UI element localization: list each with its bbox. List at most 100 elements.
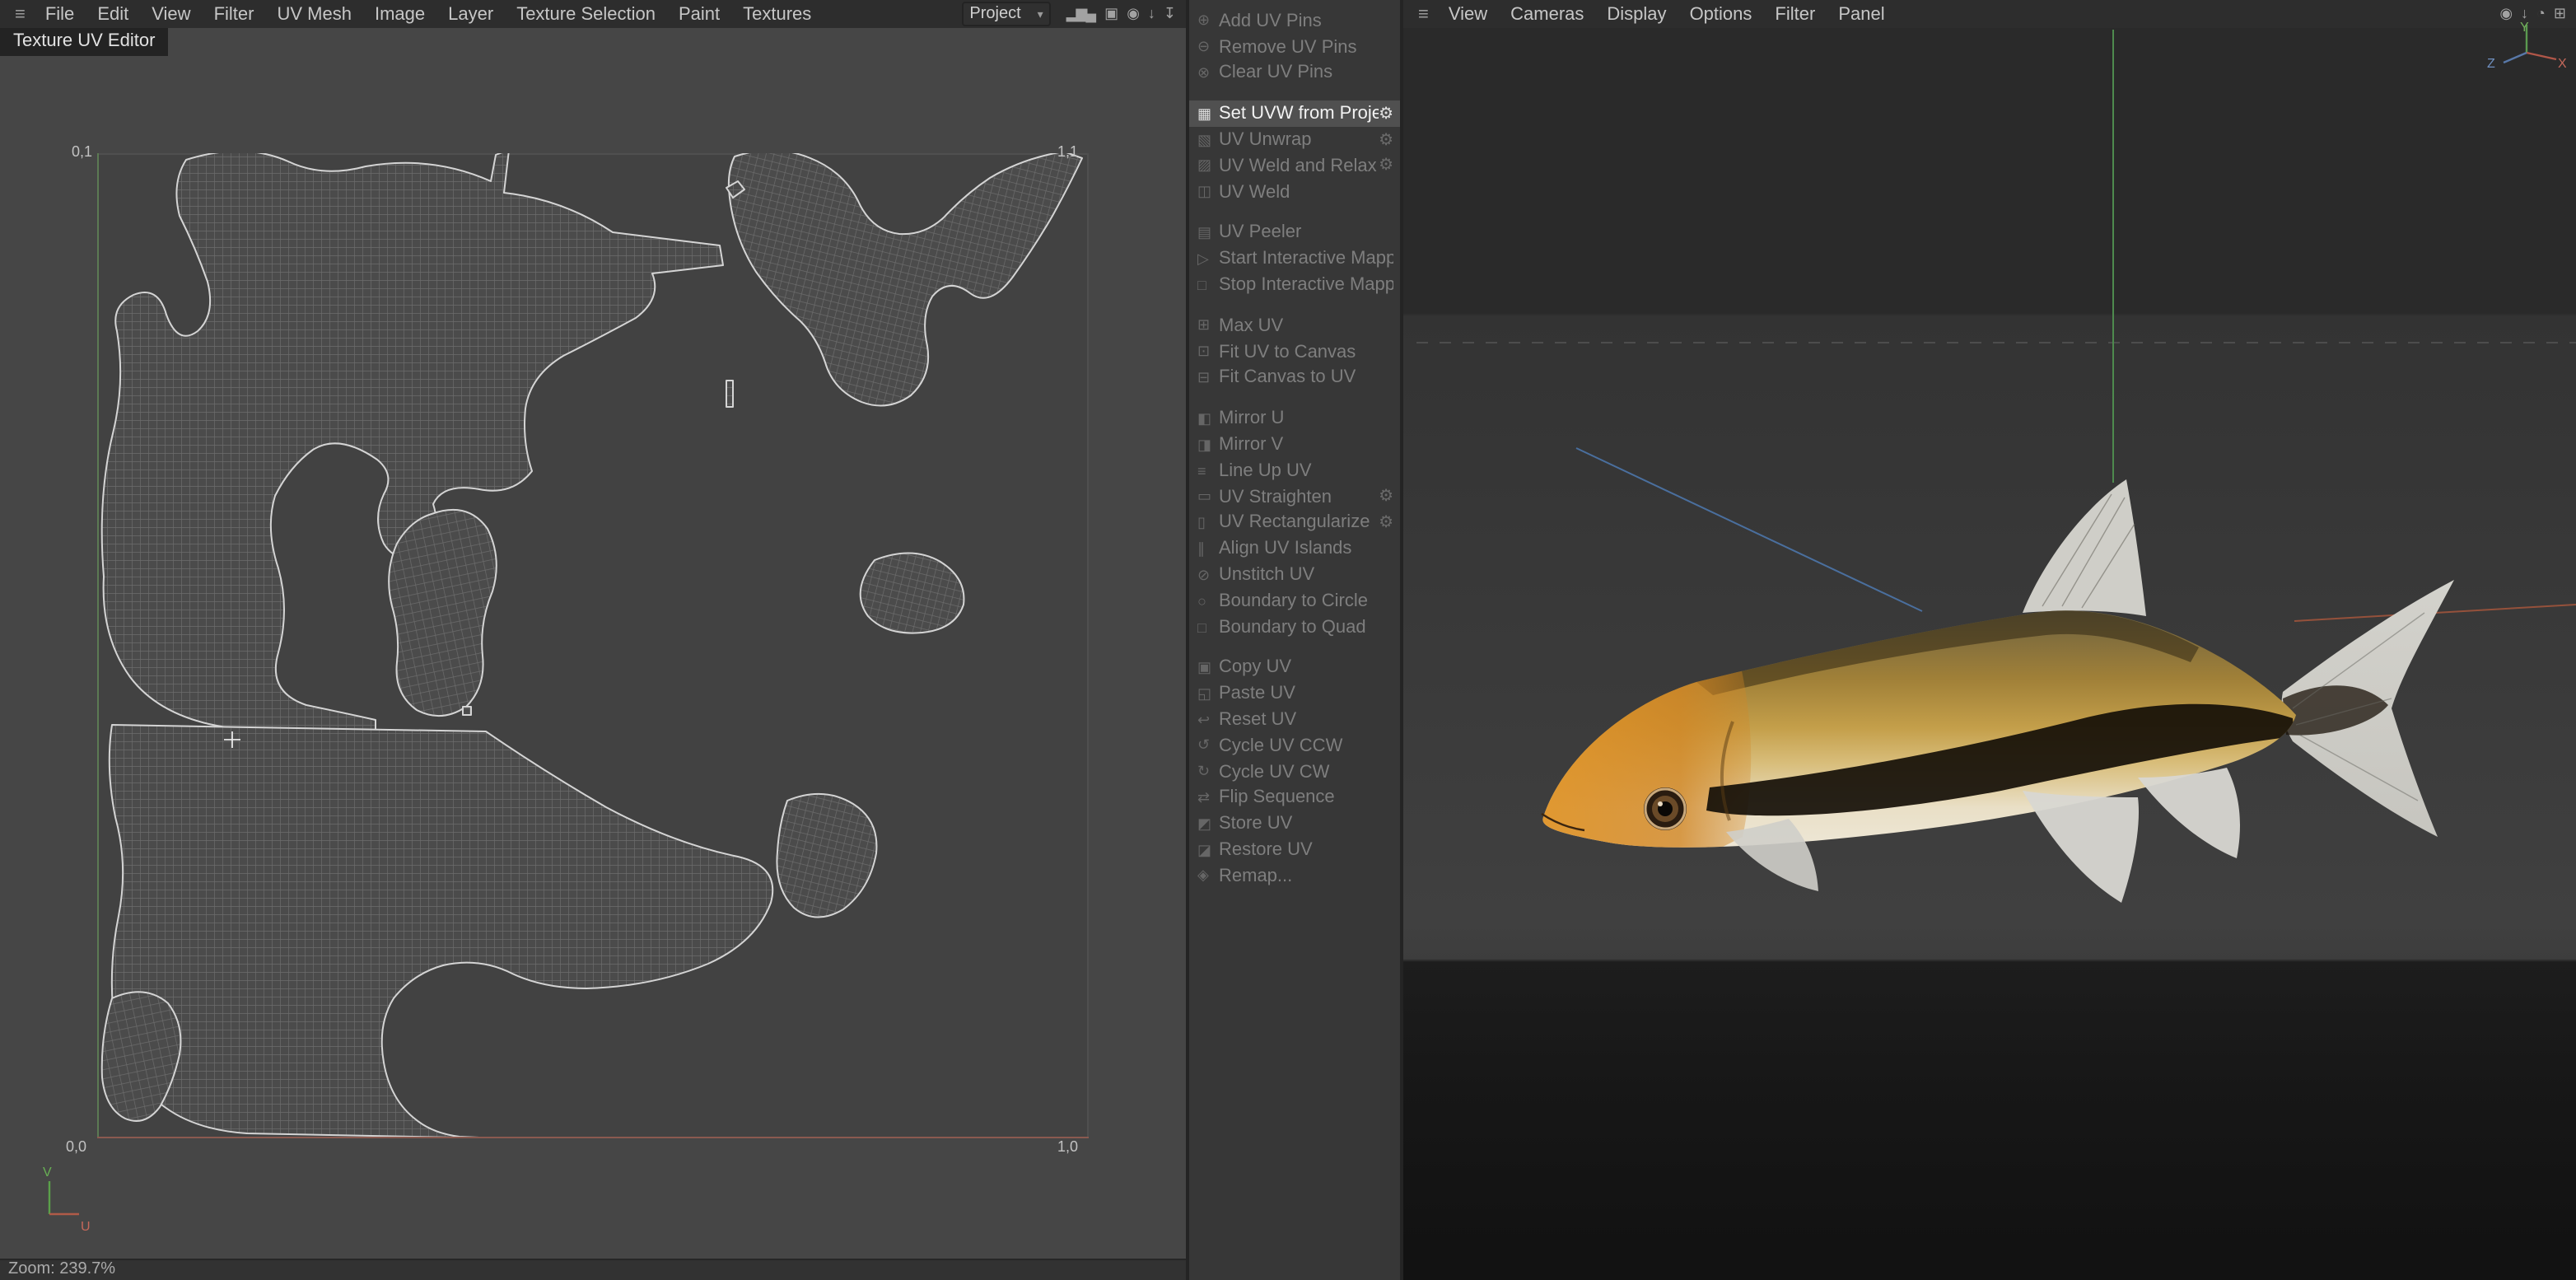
- fish-eye: [1644, 787, 1687, 830]
- command-uv-rectangularize[interactable]: ▯ UV Rectangularize ⚙: [1189, 510, 1400, 536]
- command-add-uv-pins[interactable]: ⊕ Add UV Pins: [1189, 8, 1400, 35]
- uv-editor-tab[interactable]: Texture UV Editor: [0, 28, 169, 56]
- menu-item-paint[interactable]: Paint: [667, 4, 731, 24]
- command-mirror-v[interactable]: ◨ Mirror V: [1189, 432, 1400, 458]
- gear-icon[interactable]: ⚙: [1379, 105, 1393, 124]
- command-unstitch-uv[interactable]: ⊘ Unstitch UV: [1189, 562, 1400, 588]
- uv-island-body-bottom[interactable]: [108, 724, 774, 1137]
- application-window: ≡ File Edit View Filter UV Mesh Image Layer Tex…: [0, 0, 2576, 1280]
- export-arrow-icon[interactable]: ↧: [1159, 5, 1179, 23]
- command-label: Mirror U: [1219, 409, 1285, 429]
- command-remove-uv-pins[interactable]: ⊖ Remove UV Pins: [1189, 35, 1400, 61]
- command-reset-uv[interactable]: ↩ Reset UV: [1189, 707, 1400, 733]
- uv-axis-indicator: V U: [43, 1166, 91, 1234]
- command-flip-sequence[interactable]: ⇄ Flip Sequence: [1189, 785, 1400, 811]
- command-uv-weld-and-relax[interactable]: ▨ UV Weld and Relax ⚙: [1189, 153, 1400, 180]
- command-uv-weld[interactable]: ◫ UV Weld: [1189, 180, 1400, 206]
- command-align-uv-islands[interactable]: ∥ Align UV Islands: [1189, 536, 1400, 563]
- gear-icon[interactable]: ⚙: [1379, 488, 1393, 506]
- max-uv-icon: ⊞: [1197, 316, 1211, 334]
- command-label: Add UV Pins: [1219, 11, 1322, 31]
- command-fit-canvas-to-uv[interactable]: ⊟ Fit Canvas to UV: [1189, 365, 1400, 391]
- uv-island-fins-topright[interactable]: [727, 153, 1083, 407]
- command-group: ▦Set UVW from Projection⚙▧UV Unwrap⚙▨UV …: [1189, 100, 1400, 206]
- store-uv-icon: ◩: [1197, 815, 1212, 832]
- command-uv-straighten[interactable]: ▭ UV Straighten ⚙: [1189, 484, 1400, 511]
- command-max-uv[interactable]: ⊞ Max UV: [1189, 313, 1400, 339]
- project-dropdown[interactable]: Project ▾: [961, 2, 1052, 26]
- command-fit-uv-to-canvas[interactable]: ⊡ Fit UV to Canvas: [1189, 339, 1400, 366]
- uv-island-right-oval[interactable]: [859, 552, 965, 634]
- copy-uv-icon: ▣: [1197, 658, 1212, 675]
- menu-item-layer[interactable]: Layer: [436, 4, 505, 24]
- uv-corner-label-11: 1,1: [1057, 143, 1079, 160]
- command-label: Store UV: [1219, 814, 1293, 834]
- command-stop-interactive-mapping[interactable]: □ Stop Interactive Mapping: [1189, 272, 1400, 298]
- layers-icon[interactable]: ▣: [1099, 5, 1122, 23]
- command-group: ⊞ Max UV ⊡ Fit UV to Canvas ⊟ Fit Canvas to U…: [1189, 313, 1400, 391]
- panel-menu-icon[interactable]: ≡: [7, 4, 34, 24]
- menu-item-filter[interactable]: Filter: [1763, 4, 1827, 24]
- menu-item-cameras[interactable]: Cameras: [1499, 4, 1595, 24]
- command-set-uvw-from-projection[interactable]: ▦ Set UVW from Projection⚙: [1189, 100, 1400, 128]
- command-boundary-to-quad[interactable]: □ Boundary to Quad: [1189, 614, 1400, 640]
- uv-corner-label-01: 0,1: [71, 143, 92, 160]
- menu-item-panel[interactable]: Panel: [1827, 4, 1896, 24]
- menu-item-view[interactable]: View: [1437, 4, 1499, 24]
- unwrap-icon: ▧: [1197, 131, 1212, 148]
- uv-mesh-islands[interactable]: [97, 153, 1087, 1137]
- command-restore-uv[interactable]: ◪ Restore UV: [1189, 837, 1400, 863]
- menu-item-file[interactable]: File: [34, 4, 86, 24]
- uv-island-strip[interactable]: [726, 380, 734, 408]
- gear-icon[interactable]: ⚙: [1379, 514, 1393, 532]
- command-paste-uv[interactable]: ◱ Paste UV: [1189, 681, 1400, 708]
- menu-item-image[interactable]: Image: [363, 4, 436, 24]
- histogram-icon[interactable]: ▂▆▄: [1062, 5, 1099, 23]
- command-cycle-uv-ccw[interactable]: ↺ Cycle UV CCW: [1189, 733, 1400, 759]
- command-mirror-u[interactable]: ◧ Mirror U: [1189, 406, 1400, 432]
- menu-item-edit[interactable]: Edit: [86, 4, 140, 24]
- gear-icon[interactable]: ⚙: [1379, 131, 1393, 149]
- menu-item-filter[interactable]: Filter: [203, 4, 266, 24]
- command-remap[interactable]: ◈ Remap...: [1189, 863, 1400, 890]
- command-uv-peeler[interactable]: ▤ UV Peeler: [1189, 220, 1400, 246]
- menu-item-texture-selection[interactable]: Texture Selection: [505, 4, 667, 24]
- uv-island-center-blob[interactable]: [388, 508, 497, 717]
- menu-item-options[interactable]: Options: [1678, 4, 1764, 24]
- zoom-level-text: Zoom: 239.7%: [8, 1260, 116, 1278]
- uv-editor-pane: ≡ File Edit View Filter UV Mesh Image Layer Tex…: [0, 0, 1186, 1280]
- viewport-3d-scene[interactable]: [1403, 28, 2576, 1280]
- menu-item-display[interactable]: Display: [1595, 4, 1678, 24]
- menu-item-uv-mesh[interactable]: UV Mesh: [265, 4, 363, 24]
- panel-menu-icon[interactable]: ≡: [1410, 4, 1437, 24]
- command-boundary-to-circle[interactable]: ○ Boundary to Circle: [1189, 588, 1400, 614]
- uv-toolbar-icons: ▂▆▄ ▣ ◉ ↓ ↧: [1062, 5, 1179, 23]
- command-store-uv[interactable]: ◩ Store UV: [1189, 811, 1400, 838]
- gear-icon[interactable]: ⚙: [1379, 157, 1393, 175]
- command-label: Paste UV: [1219, 684, 1295, 704]
- command-label: Align UV Islands: [1219, 539, 1352, 559]
- import-arrow-icon[interactable]: ↓: [1143, 5, 1159, 23]
- command-cycle-uv-cw[interactable]: ↻ Cycle UV CW: [1189, 759, 1400, 785]
- command-label: Cycle UV CW: [1219, 762, 1330, 782]
- uv-island-dot[interactable]: [462, 706, 472, 716]
- uv-island-right-teardrop[interactable]: [776, 792, 878, 918]
- menu-item-view[interactable]: View: [140, 4, 202, 24]
- command-label: Stop Interactive Mapping: [1219, 275, 1393, 296]
- command-label: UV Rectangularize: [1219, 512, 1370, 533]
- peeler-icon: ▤: [1197, 223, 1212, 241]
- align-islands-icon: ∥: [1197, 540, 1205, 557]
- command-clear-uv-pins[interactable]: ⊗ Clear UV Pins: [1189, 60, 1400, 86]
- viewport-axis-gizmo[interactable]: Y X Z: [2484, 16, 2566, 82]
- command-uv-unwrap[interactable]: ▧ UV Unwrap ⚙: [1189, 127, 1400, 153]
- command-group: ▤ UV Peeler ▷ Start Interactive Mapping □ Sto…: [1189, 220, 1400, 298]
- menu-item-textures[interactable]: Textures: [731, 4, 823, 24]
- cycle-cw-icon: ↻: [1197, 763, 1211, 780]
- command-label: Remap...: [1219, 866, 1293, 886]
- command-line-up-uv[interactable]: ≡ Line Up UV: [1189, 458, 1400, 484]
- command-start-interactive-mapping[interactable]: ▷ Start Interactive Mapping: [1189, 246, 1400, 273]
- remap-icon: ◈: [1197, 867, 1209, 884]
- sphere-icon[interactable]: ◉: [1122, 5, 1143, 23]
- command-copy-uv[interactable]: ▣ Copy UV: [1189, 655, 1400, 681]
- fish-model-3d[interactable]: [1532, 479, 2454, 903]
